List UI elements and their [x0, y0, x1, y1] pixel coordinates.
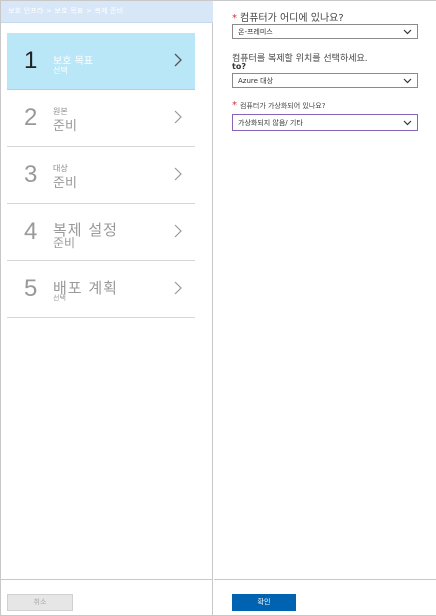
step-number: 4 [24, 218, 38, 245]
window-frame: 보호 인프라 > 보호 목표 > 복제 준비 1 보호 목표 선택 2 원본 준… [0, 0, 436, 616]
chevron-right-icon [174, 167, 182, 181]
destination-select[interactable]: Azure 대상 [232, 73, 418, 88]
right-footer: 확인 [214, 579, 436, 615]
step-item-source[interactable]: 2 원본 준비 [7, 90, 195, 147]
chevron-right-icon [174, 281, 182, 295]
step-number: 1 [24, 47, 38, 74]
step-subtitle: 준비 [53, 176, 77, 191]
ok-button[interactable]: 확인 [232, 594, 296, 611]
required-asterisk: * [232, 13, 237, 24]
selected-value: Azure 대상 [238, 77, 274, 85]
chevron-down-icon [403, 120, 412, 126]
step-number: 3 [24, 161, 38, 188]
step-subtitle: 선택 [53, 294, 66, 302]
question-destination-label: 컴퓨터를 복제할 위치를 선택하세요. [232, 51, 368, 64]
chevron-right-icon [174, 110, 182, 124]
chevron-right-icon [174, 53, 182, 67]
question-location-label: * 컴퓨터가 어디에 있나요? [232, 9, 344, 24]
location-select[interactable]: 온-프레미스 [232, 24, 418, 39]
question-destination-suffix: to? [232, 62, 246, 71]
step-item-replication-settings[interactable]: 4 복제 설정 준비 [7, 204, 195, 261]
left-footer: 취소 [1, 579, 213, 615]
virtualization-select[interactable]: 가상화되지 않음/ 기타 [232, 114, 418, 131]
selected-value: 가상화되지 않음/ 기타 [238, 119, 303, 127]
form-pane: * 컴퓨터가 어디에 있나요? 온-프레미스 컴퓨터를 복제할 위치를 선택하세요… [214, 1, 436, 615]
step-subtitle: 준비 [53, 119, 77, 134]
question-text: 컴퓨터를 복제할 위치를 선택하세요. [232, 54, 368, 64]
step-item-protection-goal[interactable]: 1 보호 목표 선택 [7, 33, 195, 90]
step-item-deployment-planning[interactable]: 5 배포 계획 선택 [7, 261, 195, 318]
required-asterisk: * [232, 100, 237, 111]
breadcrumb-text: 보호 인프라 > 보호 목표 > 복제 준비 [8, 7, 124, 15]
cancel-button[interactable]: 취소 [7, 594, 73, 611]
step-subtitle: 준비 [53, 236, 76, 250]
step-number: 2 [24, 104, 38, 131]
question-text: 컴퓨터가 어디에 있나요? [240, 13, 344, 24]
step-item-target[interactable]: 3 대상 준비 [7, 147, 195, 204]
chevron-down-icon [403, 29, 412, 35]
chevron-right-icon [174, 224, 182, 238]
question-virtualized-label: * 컴퓨터가 가상화되어 있나요? [232, 100, 325, 111]
step-number: 5 [24, 275, 38, 302]
breadcrumb: 보호 인프라 > 보호 목표 > 복제 준비 [1, 1, 213, 23]
steps-pane: 보호 인프라 > 보호 목표 > 복제 준비 1 보호 목표 선택 2 원본 준… [1, 1, 213, 615]
step-subtitle: 선택 [53, 66, 68, 75]
question-text: 컴퓨터가 가상화되어 있나요? [240, 102, 326, 110]
selected-value: 온-프레미스 [238, 28, 273, 36]
chevron-down-icon [403, 78, 412, 84]
